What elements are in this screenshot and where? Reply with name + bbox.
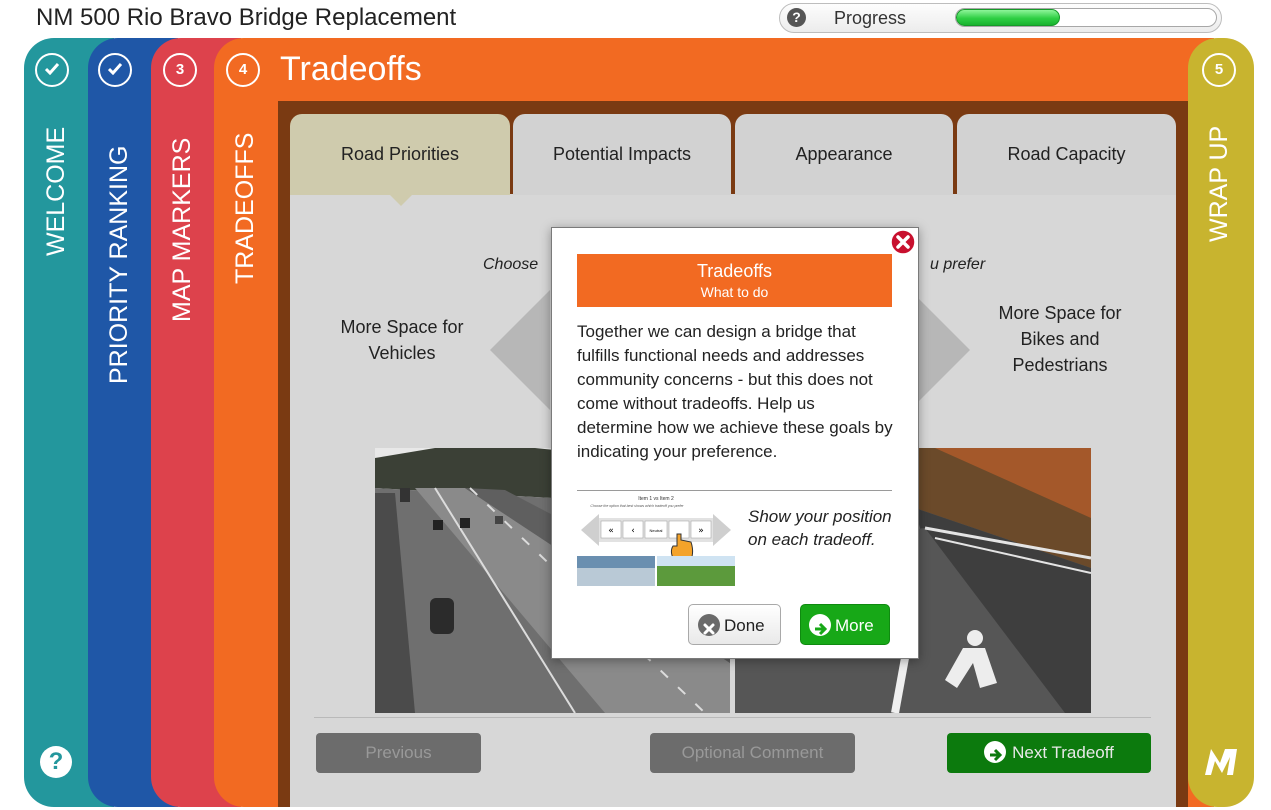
- welcome-check-icon: [35, 53, 69, 87]
- tab-potential-impacts[interactable]: Potential Impacts: [513, 114, 731, 195]
- left-arrow-icon[interactable]: [490, 290, 550, 410]
- help-question-icon[interactable]: ?: [40, 746, 72, 778]
- modal-divider: [577, 490, 892, 491]
- map-markers-step-badge: 3: [163, 53, 197, 87]
- metroquest-logo-icon[interactable]: [1203, 743, 1239, 779]
- mini-title: Item 1 vs Item 2: [638, 496, 674, 502]
- more-label: More: [835, 616, 874, 635]
- next-tradeoff-label: Next Tradeoff: [1012, 743, 1114, 762]
- modal-subtitle: What to do: [700, 284, 769, 300]
- more-button[interactable]: More: [800, 604, 890, 645]
- mini-neutral: Neutral: [650, 528, 663, 533]
- done-label: Done: [724, 616, 765, 635]
- close-icon[interactable]: [890, 229, 916, 255]
- wrap-up-step-badge: 5: [1202, 53, 1236, 87]
- priority-check-icon: [98, 53, 132, 87]
- page-title: Tradeoffs: [280, 50, 422, 88]
- right-arrow-icon[interactable]: [910, 290, 970, 410]
- tab-road-priorities[interactable]: Road Priorities: [290, 114, 510, 195]
- mini-subtitle: Choose the option that best shows which …: [590, 504, 684, 508]
- right-option-label: More Space for Bikes and Pedestrians: [998, 303, 1122, 375]
- tab-road-capacity[interactable]: Road Capacity: [957, 114, 1176, 195]
- left-option-label: More Space for Vehicles: [340, 317, 464, 363]
- modal-header: Tradeoffs What to do: [577, 254, 892, 307]
- modal-body-text: Together we can design a bridge that ful…: [577, 322, 893, 461]
- arrow-right-circle-icon: [984, 740, 1007, 763]
- tradeoff-example-illustration: Item 1 vs Item 2 Choose the option that …: [577, 494, 735, 586]
- tab-appearance[interactable]: Appearance: [735, 114, 953, 195]
- progress-label: Progress: [834, 8, 907, 28]
- map-markers-label: MAP MARKERS: [168, 137, 196, 322]
- modal-hint-text: Show your position on each tradeoff.: [748, 507, 892, 549]
- optional-comment-button[interactable]: Optional Comment: [650, 733, 855, 773]
- choose-instruction: Choose: [483, 256, 539, 273]
- app-title: NM 500 Rio Bravo Bridge Replacement: [36, 4, 457, 31]
- priority-ranking-label: PRIORITY RANKING: [105, 145, 133, 384]
- svg-text:«: «: [608, 526, 614, 536]
- tradeoffs-step-badge: 4: [226, 53, 260, 87]
- progress-track: [955, 8, 1217, 27]
- done-button[interactable]: Done: [688, 604, 781, 645]
- arrow-right-circle-icon: [809, 613, 831, 636]
- tradeoffs-label: TRADEOFFS: [231, 132, 259, 284]
- previous-button[interactable]: Previous: [316, 733, 481, 773]
- active-tab-pointer: [389, 194, 413, 206]
- progress-help-icon[interactable]: ?: [787, 8, 806, 27]
- choose-instruction-end: u prefer: [930, 256, 986, 273]
- progress-fill: [956, 9, 1060, 26]
- welcome-label: WELCOME: [42, 126, 70, 256]
- svg-text:»: »: [698, 526, 704, 536]
- bottom-divider: [314, 717, 1151, 718]
- x-circle-icon: [698, 613, 720, 636]
- wrap-up-label: WRAP UP: [1205, 125, 1233, 242]
- svg-text:‹: ‹: [631, 526, 635, 536]
- next-tradeoff-button[interactable]: Next Tradeoff: [947, 733, 1151, 773]
- modal-title: Tradeoffs: [696, 261, 773, 281]
